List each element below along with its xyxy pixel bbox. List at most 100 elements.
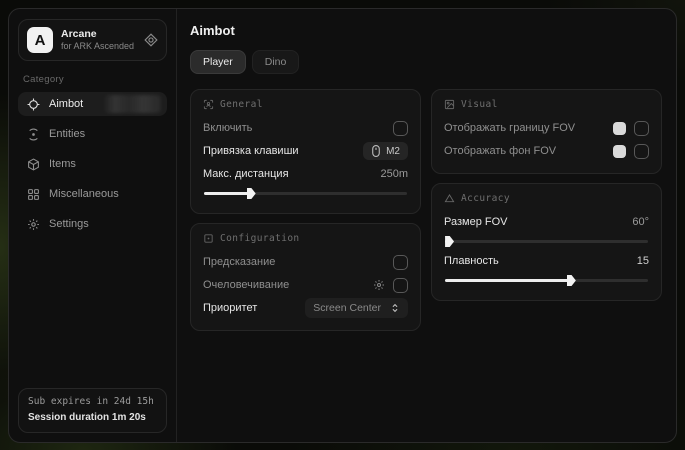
- grid-icon: [27, 188, 40, 201]
- brand-subtitle: for ARK Ascended: [61, 41, 136, 52]
- prediction-label: Предсказание: [203, 256, 275, 268]
- fov-border-controls: [613, 121, 649, 136]
- fov-border-row: Отображать границу FOV: [444, 117, 649, 139]
- general-panel: General Включить Привязка клавиши M2: [190, 89, 421, 214]
- max-distance-row: Макс. дистанция 250m: [203, 163, 408, 185]
- app-window: A Arcane for ARK Ascended Category Aimbo…: [8, 8, 677, 443]
- sidebar-item-entities[interactable]: Entities: [18, 122, 167, 146]
- smoothness-slider[interactable]: [445, 279, 648, 282]
- fov-border-color-swatch[interactable]: [613, 122, 626, 135]
- main-content: Aimbot Player Dino General Включить: [177, 9, 676, 442]
- image-icon: [444, 99, 455, 110]
- max-distance-value: 250m: [380, 168, 408, 180]
- slider-fill: [204, 192, 251, 195]
- person-focus-icon: [203, 99, 214, 110]
- fov-size-row: Размер FOV 60°: [444, 211, 649, 233]
- prediction-row: Предсказание: [203, 251, 408, 273]
- sidebar-item-items[interactable]: Items: [18, 152, 167, 176]
- priority-label: Приоритет: [203, 302, 257, 314]
- accuracy-header: Accuracy: [444, 193, 649, 204]
- fov-background-row: Отображать фон FOV: [444, 140, 649, 162]
- enable-row: Включить: [203, 117, 408, 139]
- slider-fill: [445, 279, 571, 282]
- category-label: Category: [23, 74, 162, 85]
- fov-border-label: Отображать границу FOV: [444, 122, 575, 134]
- general-title: General: [220, 99, 263, 110]
- radar-icon: [27, 128, 40, 141]
- gear-icon[interactable]: [373, 279, 385, 291]
- tabs: Player Dino: [190, 50, 662, 74]
- configuration-panel: Configuration Предсказание Очеловечивани…: [190, 223, 421, 331]
- slider-thumb[interactable]: [567, 275, 576, 286]
- accuracy-panel: Accuracy Размер FOV 60° Плавность 15: [431, 183, 662, 301]
- brand-text: Arcane for ARK Ascended: [61, 28, 136, 52]
- fov-background-controls: [613, 144, 649, 159]
- brand-name: Arcane: [61, 28, 136, 41]
- sidebar-item-label: Miscellaneous: [49, 188, 119, 200]
- sidebar-item-aimbot[interactable]: Aimbot: [18, 92, 167, 116]
- tab-dino[interactable]: Dino: [252, 50, 300, 74]
- priority-value: Screen Center: [313, 302, 381, 314]
- smoothness-row: Плавность 15: [444, 250, 649, 272]
- sidebar-item-label: Entities: [49, 128, 85, 140]
- fov-size-label: Размер FOV: [444, 216, 507, 228]
- visual-title: Visual: [461, 99, 498, 110]
- accuracy-title: Accuracy: [461, 193, 510, 204]
- humanization-checkbox[interactable]: [393, 278, 408, 293]
- fov-size-value: 60°: [632, 216, 649, 228]
- slider-thumb[interactable]: [247, 188, 256, 199]
- fov-background-checkbox[interactable]: [634, 144, 649, 159]
- sub-expires-text: Sub expires in 24d 15h: [28, 395, 157, 410]
- target-icon[interactable]: [144, 33, 158, 47]
- watermark: [103, 95, 161, 113]
- keybind-row: Привязка клавиши M2: [203, 140, 408, 162]
- tab-player[interactable]: Player: [190, 50, 246, 74]
- brand-logo: A: [27, 27, 53, 53]
- sidebar-item-label: Aimbot: [49, 98, 83, 110]
- smoothness-value: 15: [637, 255, 649, 267]
- sidebar-item-miscellaneous[interactable]: Miscellaneous: [18, 182, 167, 206]
- panel-columns: General Включить Привязка клавиши M2: [190, 89, 662, 331]
- crosshair-icon: [27, 98, 40, 111]
- max-distance-label: Макс. дистанция: [203, 168, 289, 180]
- configuration-header: Configuration: [203, 233, 408, 244]
- keybind-value: M2: [386, 146, 400, 157]
- keybind-button[interactable]: M2: [363, 142, 408, 160]
- right-column: Visual Отображать границу FOV Отображать…: [431, 89, 662, 301]
- left-column: General Включить Привязка клавиши M2: [190, 89, 421, 331]
- sliders-icon: [203, 233, 214, 244]
- visual-header: Visual: [444, 99, 649, 110]
- humanization-label: Очеловечивание: [203, 279, 289, 291]
- enable-checkbox[interactable]: [393, 121, 408, 136]
- slider-thumb[interactable]: [445, 236, 454, 247]
- sidebar: A Arcane for ARK Ascended Category Aimbo…: [9, 9, 177, 442]
- smoothness-label: Плавность: [444, 255, 499, 267]
- configuration-title: Configuration: [220, 233, 300, 244]
- keybind-label: Привязка клавиши: [203, 145, 299, 157]
- sidebar-item-settings[interactable]: Settings: [18, 212, 167, 236]
- max-distance-slider[interactable]: [204, 192, 407, 195]
- fov-size-slider[interactable]: [445, 240, 648, 243]
- sidebar-nav: Aimbot Entities Items Miscellaneous: [18, 92, 167, 236]
- page-title: Aimbot: [190, 23, 662, 38]
- fov-background-color-swatch[interactable]: [613, 145, 626, 158]
- gear-icon: [27, 218, 40, 231]
- sidebar-item-label: Settings: [49, 218, 89, 230]
- fov-background-label: Отображать фон FOV: [444, 145, 556, 157]
- session-duration-text: Session duration 1m 20s: [28, 410, 157, 426]
- package-icon: [27, 158, 40, 171]
- prediction-checkbox[interactable]: [393, 255, 408, 270]
- triangle-icon: [444, 193, 455, 204]
- chevrons-up-down-icon: [390, 302, 400, 314]
- priority-dropdown[interactable]: Screen Center: [305, 298, 408, 318]
- enable-label: Включить: [203, 122, 252, 134]
- priority-row: Приоритет Screen Center: [203, 297, 408, 319]
- general-header: General: [203, 99, 408, 110]
- sidebar-item-label: Items: [49, 158, 76, 170]
- humanization-row: Очеловечивание: [203, 274, 408, 296]
- session-card: Sub expires in 24d 15h Session duration …: [18, 388, 167, 433]
- brand-card: A Arcane for ARK Ascended: [18, 19, 167, 61]
- visual-panel: Visual Отображать границу FOV Отображать…: [431, 89, 662, 174]
- humanization-controls: [373, 278, 408, 293]
- fov-border-checkbox[interactable]: [634, 121, 649, 136]
